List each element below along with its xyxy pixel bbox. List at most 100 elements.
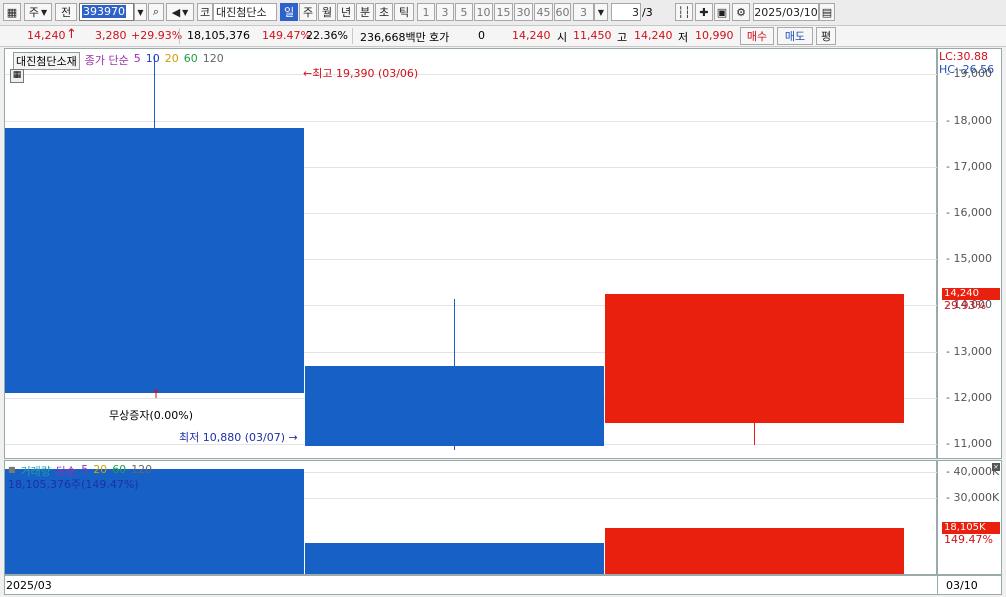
buy-label: 매수 [746,30,768,43]
ma-legend-120: 120 [202,52,224,65]
minute-3-button[interactable]: 3 [436,3,454,21]
candle-body[interactable] [5,127,304,394]
hoga-price: 14,240 [512,29,551,42]
scope-button[interactable]: 전 [55,3,77,21]
candle-type-button[interactable]: ┆┆ [675,3,693,21]
date-value: 2025/03/10 [754,5,818,19]
kind-label[interactable]: 코 [197,3,213,21]
price-axis: LC:30.88 HC:-26.56 - 11,000- 12,000- 13,… [937,48,1002,459]
period-label: 년 [340,6,352,19]
volume-bar[interactable] [605,528,904,574]
period-week-button[interactable]: 주 [299,3,317,21]
calendar-button[interactable]: ▤ [819,3,835,21]
page-value: 3 [632,5,639,19]
arrow-up-icon: ↑ [151,387,162,401]
high-annotation-text: 최고 19,390 (03/06) [312,67,419,80]
minute-label: 1 [422,5,430,19]
price-gridline [5,74,938,76]
sound-button[interactable]: ◀ ▼ [166,3,194,21]
period-tick-button[interactable]: 틱 [394,3,414,21]
minute-1-button[interactable]: 1 [417,3,435,21]
search-button[interactable]: ⌕ [148,3,164,21]
period-day-button[interactable]: 일 [280,3,298,21]
minute-30-button[interactable]: 30 [514,3,533,21]
divider [179,28,180,44]
date-axis: 2025/03 03/10 [4,575,1002,595]
minute-60-button[interactable]: 60 [554,3,571,21]
period-month-button[interactable]: 월 [318,3,336,21]
price-change: 3,280 [95,29,127,42]
arrow-up-icon: ↑ [66,27,77,42]
save-button[interactable]: ▣ [714,3,730,21]
minute-5-button[interactable]: 5 [455,3,473,21]
stock-name-field: 대진첨단소 [213,3,277,21]
volume-chart-panel[interactable]: ■ 거래량 단순 5 20 60 120 18,105,376주(149.47%… [4,460,938,575]
date-input[interactable]: 2025/03/10 [753,3,819,21]
high-annotation: ←최고 19,390 (03/06) [303,65,418,81]
volume: 18,105,376 [187,29,250,42]
candle-body[interactable] [305,365,604,446]
table-toggle-icon[interactable]: ▦ [10,69,24,83]
minute-10-button[interactable]: 10 [474,3,493,21]
quote-bar: 14,240 ↑ 3,280 +29.93% 18,105,376 149.47… [0,26,1006,47]
crosshair-icon: ✚ [699,5,709,19]
chevron-down-icon: ▼ [597,7,605,17]
page-input[interactable]: 3 [611,3,641,21]
window-menu-icon[interactable]: ▦ [3,3,21,21]
arrow-left-icon: ← [303,67,313,80]
period-label: 분 [359,6,371,19]
minute-label: 15 [496,5,511,19]
market-select[interactable]: 주 ▼ [24,3,52,21]
ma-legend-5: 5 [133,52,141,65]
settings-button[interactable]: ⚙ [732,3,750,21]
price-legend: 대진첨단소재 종가 단순 5 10 20 60 120 [13,52,224,70]
hoga-value: 0 [478,29,485,42]
price-tick-label: - 12,000 [946,390,992,404]
ma-legend-20: 20 [164,52,179,65]
chevron-down-icon: ▼ [137,7,144,17]
buy-button[interactable]: 매수 [740,27,774,45]
count-select[interactable]: 3 [573,3,594,21]
save-icon: ▣ [716,5,728,19]
flat-button[interactable]: 평 [816,27,836,45]
price-tick-label: - 17,000 [946,159,992,173]
minute-45-button[interactable]: 45 [534,3,553,21]
crosshair-button[interactable]: ✚ [695,3,713,21]
period-label: 일 [283,6,295,19]
code-dropdown-button[interactable]: ▼ [134,3,147,21]
lc-label: LC:30.88 [939,50,989,63]
volume-tick-label: - 30,000K [946,490,1000,504]
minute-15-button[interactable]: 15 [494,3,513,21]
volume-bar[interactable] [305,543,604,574]
open-label: 시 [557,31,568,44]
period-year-button[interactable]: 년 [337,3,355,21]
low-annotation-text: 최저 10,880 (03/07) [179,431,286,444]
stock-code-input[interactable]: 393970 [79,3,134,21]
chevron-down-icon: ▼ [182,7,189,17]
minute-label: 45 [536,5,551,19]
stock-legend-name[interactable]: 대진첨단소재 [13,52,80,70]
price-change-pct: +29.93% [131,29,183,42]
period-label: 주 [302,6,314,19]
hoga-label: 호가 [429,31,450,44]
stock-code-value: 393970 [82,5,126,18]
period-label: 초 [378,6,390,19]
page-total: /3 [642,6,653,19]
divider [352,28,353,44]
minute-label: 30 [516,5,531,19]
price-chart-panel[interactable]: 대진첨단소재 종가 단순 5 10 20 60 120 ▦ ←최고 19,390… [4,48,938,459]
period-second-button[interactable]: 초 [375,3,393,21]
period-minute-button[interactable]: 분 [356,3,374,21]
gear-icon: ⚙ [736,5,746,19]
sell-button[interactable]: 매도 [777,27,813,45]
turnover-pct: 22.36% [306,29,348,42]
price-tick-label: - 13,000 [946,344,992,358]
price-tick-label: - 19,000 [946,67,992,81]
scope-label: 전 [60,6,72,19]
high-label: 고 [617,31,628,44]
high-price: 14,240 [634,29,673,42]
count-dropdown-button[interactable]: ▼ [594,3,608,21]
current-price: 14,240 [27,29,66,42]
kind-label-text: 코 [199,6,211,19]
candle-body[interactable] [605,294,904,424]
